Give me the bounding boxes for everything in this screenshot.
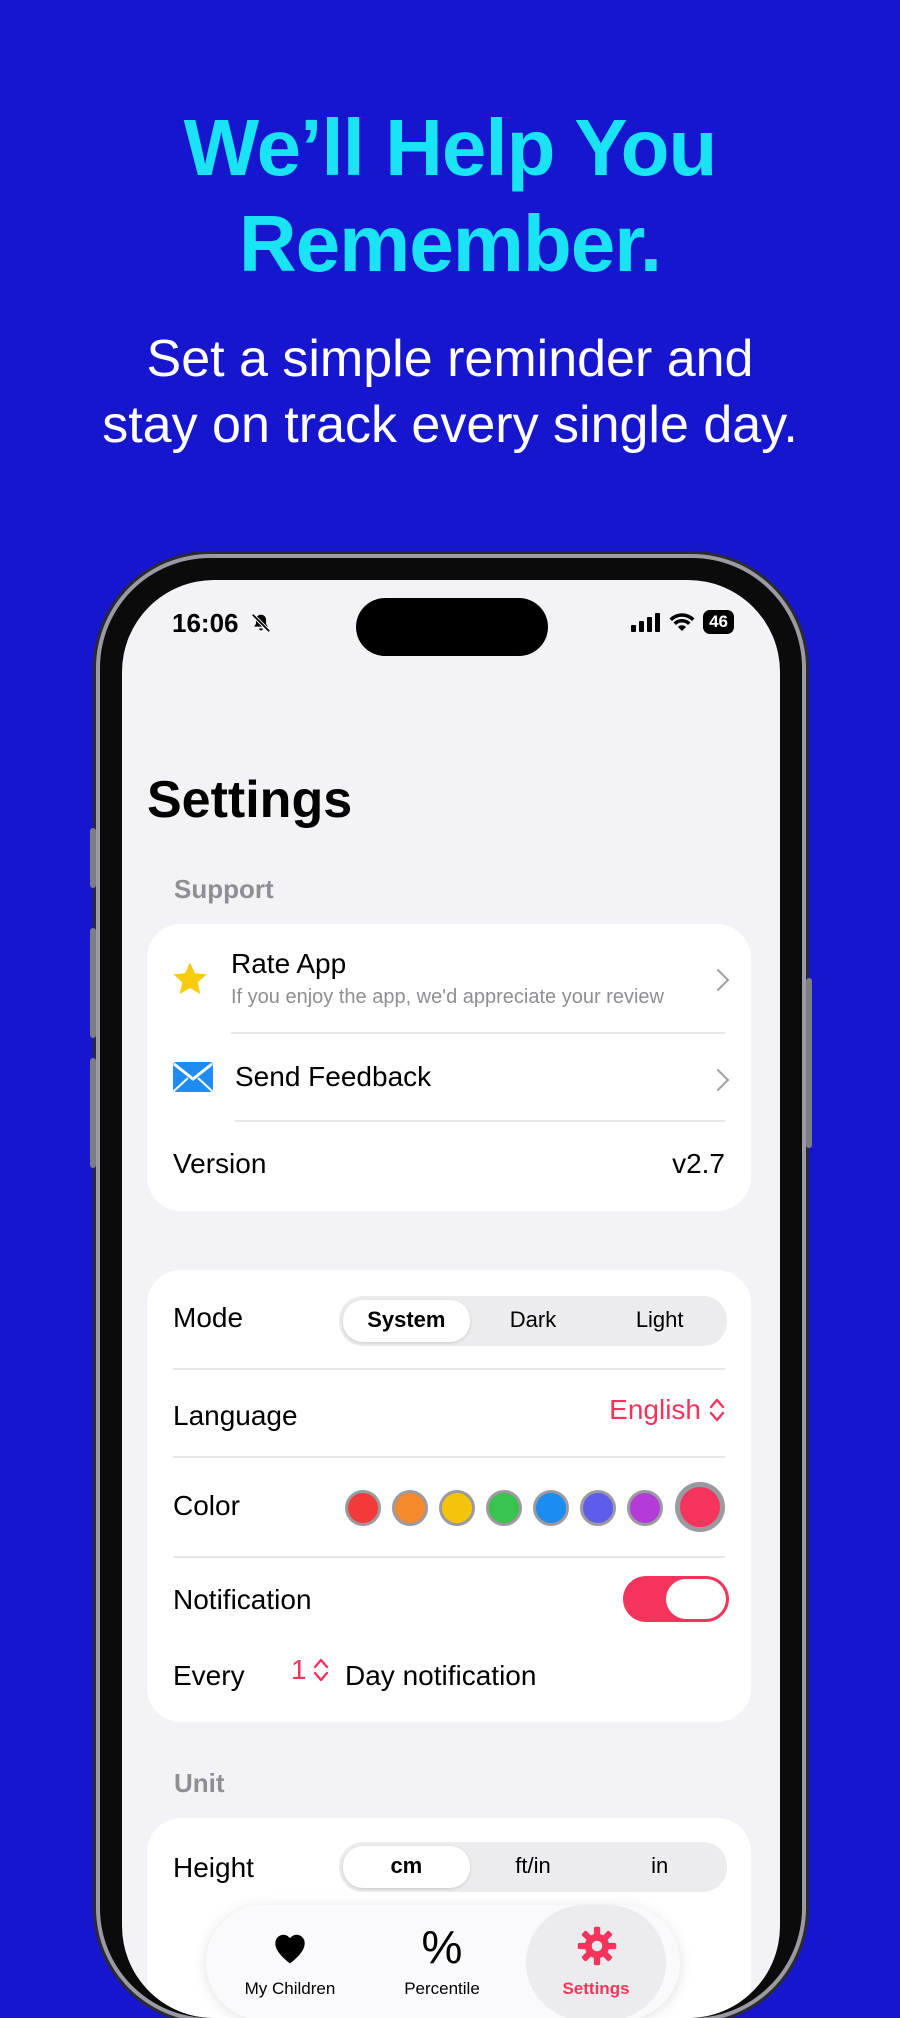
version-label: Version [173, 1148, 267, 1179]
tab-label: Percentile [404, 1979, 480, 1998]
height-option-in[interactable]: in [596, 1846, 723, 1888]
percent-icon: % [421, 1921, 463, 1973]
color-swatch-orange[interactable] [392, 1490, 428, 1526]
headline-line-2: Remember. [238, 199, 662, 288]
mode-option-light[interactable]: Light [596, 1300, 723, 1342]
notification-toggle[interactable] [623, 1576, 729, 1622]
dynamic-island [356, 598, 548, 656]
chevron-up-down-icon [313, 1658, 328, 1682]
chevron-right-icon [706, 1068, 730, 1092]
version-row: Version v2.7 [147, 1122, 751, 1210]
language-row: Language English [147, 1370, 751, 1456]
mode-row: Mode System Dark Light [147, 1270, 751, 1368]
volume-up-button [90, 928, 96, 1038]
heart-icon [275, 1934, 305, 1964]
tab-bar: My Children % Percentile Settings [206, 1905, 680, 2018]
toggle-knob [666, 1579, 726, 1619]
status-time: 16:06 [172, 608, 239, 638]
section-label-support: Support [174, 874, 274, 904]
color-swatch-purple[interactable] [627, 1490, 663, 1526]
gear-icon [577, 1926, 617, 1966]
mode-option-dark[interactable]: Dark [470, 1300, 597, 1342]
interval-suffix: Day notification [345, 1660, 537, 1691]
color-swatch-red[interactable] [345, 1490, 381, 1526]
subhead-line-2: stay on track every single day. [102, 396, 798, 454]
chevron-right-icon [706, 968, 730, 992]
section-label-unit: Unit [174, 1768, 225, 1798]
mode-option-system[interactable]: System [343, 1300, 470, 1342]
notification-label: Notification [173, 1584, 312, 1615]
chevron-up-down-icon [709, 1398, 725, 1422]
every-label: Every [173, 1660, 245, 1691]
tab-percentile[interactable]: % Percentile [372, 1905, 512, 2018]
version-value: v2.7 [672, 1148, 725, 1179]
status-icons: 46 [631, 610, 734, 634]
color-swatch-blue[interactable] [533, 1490, 569, 1526]
language-label: Language [173, 1400, 298, 1431]
tab-label: Settings [562, 1979, 630, 1998]
height-option-ft-in[interactable]: ft/in [470, 1846, 597, 1888]
subhead-line-1: Set a simple reminder and [146, 330, 754, 388]
signal-icon [631, 613, 661, 632]
battery-indicator: 46 [703, 610, 734, 634]
mode-label: Mode [173, 1302, 244, 1333]
preferences-card: Mode System Dark Light Language English [147, 1270, 751, 1722]
phone-frame: 16:06 46 Settings Support Rate App If yo… [90, 558, 812, 2018]
support-card: Rate App If you enjoy the app, we'd appr… [147, 924, 751, 1211]
rate-app-label: Rate App [231, 948, 347, 979]
color-row: Color [147, 1458, 751, 1556]
send-feedback-row[interactable]: Send Feedback [147, 1034, 751, 1122]
rate-app-row[interactable]: Rate App If you enjoy the app, we'd appr… [147, 924, 751, 1034]
send-feedback-label: Send Feedback [235, 1061, 432, 1092]
height-label: Height [173, 1852, 254, 1883]
color-swatch-indigo[interactable] [580, 1490, 616, 1526]
tab-label: My Children [244, 1979, 336, 1998]
volume-down-button [90, 1058, 96, 1168]
silent-bell-icon [251, 613, 271, 633]
mode-segmented-control: System Dark Light [339, 1296, 727, 1346]
notification-row: Notification [147, 1558, 751, 1638]
color-swatch-pink-selected[interactable] [675, 1482, 725, 1532]
action-button [90, 828, 96, 888]
language-picker[interactable]: English [609, 1394, 725, 1426]
interval-stepper[interactable]: 1 [291, 1654, 329, 1686]
envelope-icon [173, 1062, 213, 1092]
language-value: English [609, 1394, 701, 1425]
rate-app-subtitle: If you enjoy the app, we'd appreciate yo… [231, 986, 664, 1008]
app-screen: 16:06 46 Settings Support Rate App If yo… [122, 580, 780, 2018]
wifi-icon [669, 613, 695, 631]
height-option-cm[interactable]: cm [343, 1846, 470, 1888]
every-row: Every 1 Day notification [147, 1638, 751, 1718]
page-title: Settings [147, 771, 353, 829]
headline-line-1: We’ll Help You [183, 103, 718, 192]
height-unit-segmented-control: cm ft/in in [339, 1842, 727, 1892]
color-label: Color [173, 1490, 240, 1521]
tab-my-children[interactable]: My Children [220, 1905, 360, 2018]
interval-value: 1 [291, 1654, 307, 1685]
color-swatch-green[interactable] [486, 1490, 522, 1526]
color-swatch-yellow[interactable] [439, 1490, 475, 1526]
promo-headline: We’ll Help You Remember. [0, 100, 900, 292]
power-button [806, 978, 812, 1148]
promo-subhead: Set a simple reminder and stay on track … [0, 326, 900, 458]
star-icon [173, 962, 207, 995]
tab-settings[interactable]: Settings [526, 1905, 666, 2018]
